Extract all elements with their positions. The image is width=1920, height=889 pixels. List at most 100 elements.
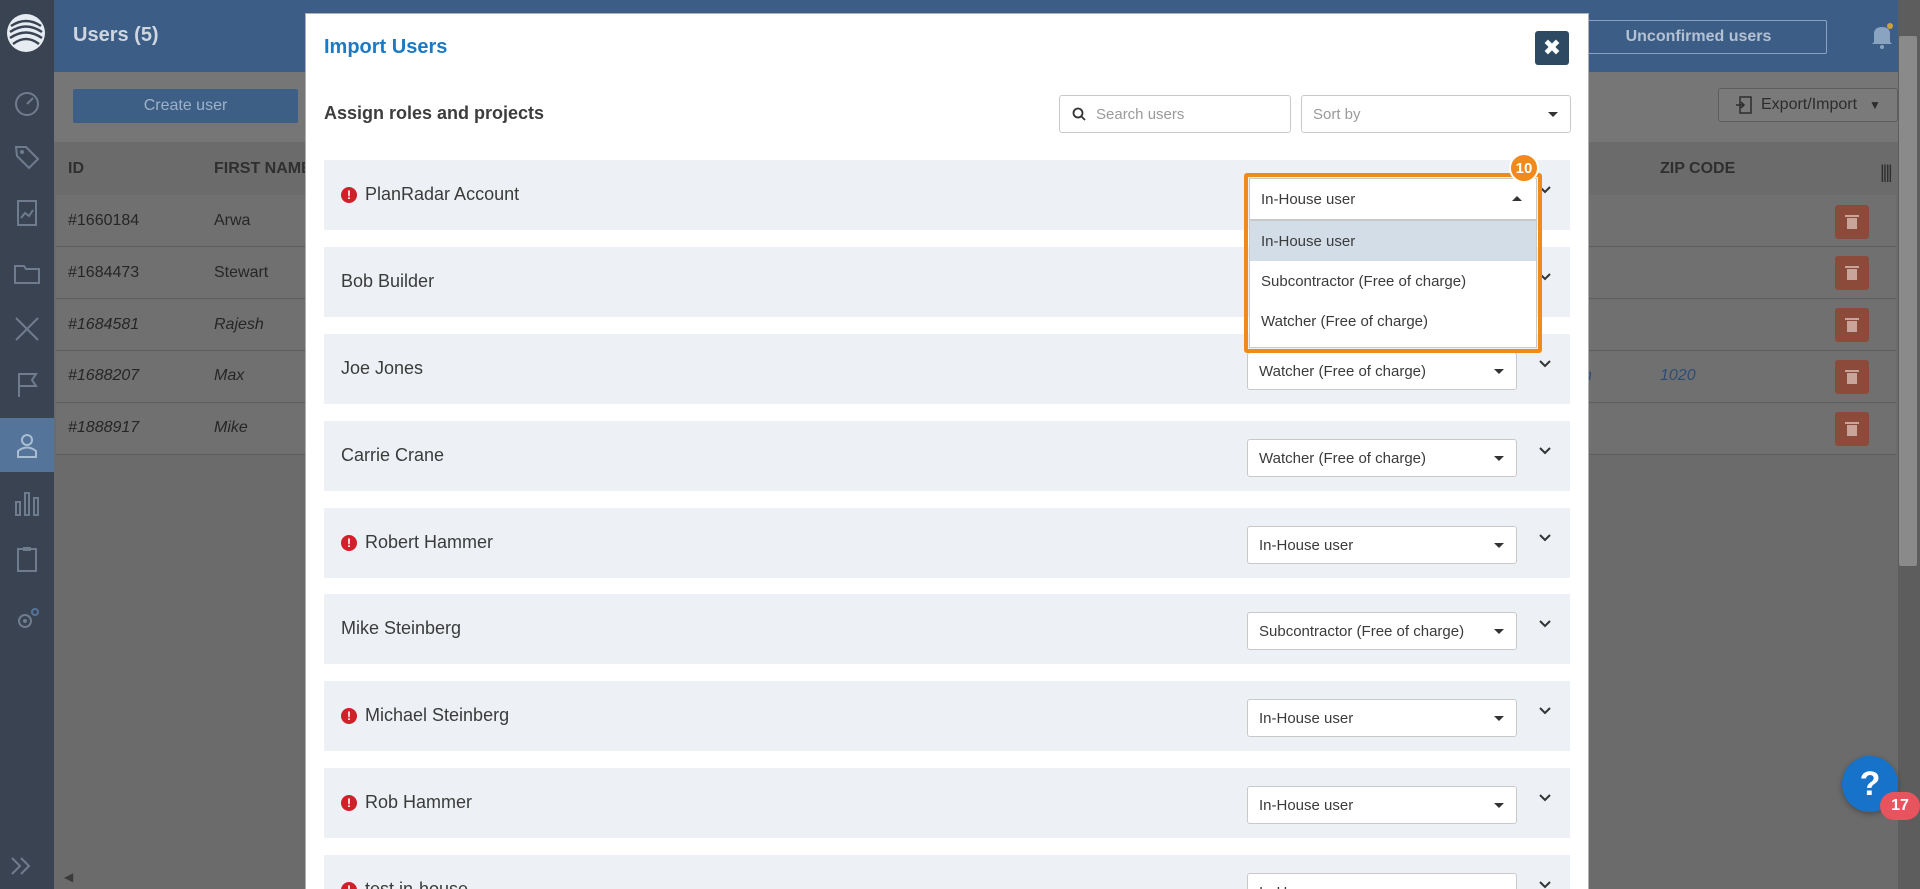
cell-first-name: Rajesh: [214, 316, 264, 333]
role-value: Watcher (Free of charge): [1259, 449, 1426, 467]
chevron-down-icon[interactable]: [1537, 356, 1553, 372]
clipboard-icon: [17, 547, 37, 572]
modal-subtitle: Assign roles and projects: [324, 103, 545, 123]
column-header-zip-code[interactable]: ZIP CODE: [1660, 160, 1735, 178]
sidebar-item-settings[interactable]: [0, 592, 54, 646]
user-name: Michael Steinberg: [365, 705, 510, 725]
user-row[interactable]: ! Robert Hammer In-House user: [324, 508, 1570, 578]
columns-config-icon[interactable]: ||||: [1880, 162, 1893, 183]
chevron-down-icon[interactable]: [1537, 530, 1553, 546]
cell-zip[interactable]: 1020: [1660, 367, 1696, 385]
cell-first-name: Max: [214, 367, 245, 384]
sidebar-item-projects[interactable]: [0, 246, 54, 300]
search-icon: [1072, 107, 1086, 121]
chevron-down-icon[interactable]: [1537, 616, 1553, 632]
bar-chart-icon: [15, 492, 39, 516]
search-input[interactable]: [1096, 105, 1276, 123]
folder-icon: [14, 265, 40, 284]
chevron-down-icon[interactable]: [1537, 703, 1553, 719]
create-user-button[interactable]: Create user: [73, 89, 298, 123]
search-users-field[interactable]: [1059, 95, 1291, 133]
role-select[interactable]: In-House user: [1247, 699, 1517, 737]
role-select[interactable]: In-House user: [1247, 873, 1517, 889]
user-row[interactable]: Carrie Crane Watcher (Free of charge): [324, 421, 1570, 491]
modal-title: Import Users: [324, 36, 448, 58]
caret-down-icon: [1494, 716, 1504, 721]
cell-id: #1684581: [68, 316, 140, 333]
question-mark-icon: ?: [1859, 764, 1881, 803]
role-value: Watcher (Free of charge): [1259, 362, 1426, 380]
role-select[interactable]: Subcontractor (Free of charge): [1247, 612, 1517, 650]
caret-up-icon: [1512, 196, 1522, 201]
help-notification-badge: 17: [1880, 792, 1920, 820]
role-options-list: In-House user Subcontractor (Free of cha…: [1249, 220, 1537, 348]
cell-id: #1660184: [68, 212, 140, 229]
role-value: In-House user: [1259, 709, 1354, 727]
flag-icon: [18, 373, 38, 397]
caret-down-icon: [1494, 803, 1504, 808]
cell-id: #1888917: [68, 419, 140, 436]
sidebar-item-forms[interactable]: [0, 532, 54, 586]
sort-by-select[interactable]: Sort by: [1301, 95, 1571, 133]
role-select[interactable]: In-House user: [1247, 786, 1517, 824]
user-name: Robert Hammer: [365, 532, 494, 552]
user-name: test in-house: [365, 879, 469, 889]
export-import-label: Export/Import: [1761, 96, 1858, 113]
chevron-down-icon[interactable]: [1537, 877, 1553, 889]
column-header-first-name[interactable]: FIRST NAME: [214, 160, 312, 178]
delete-user-button[interactable]: [1835, 205, 1869, 239]
chevron-down-icon[interactable]: [1537, 443, 1553, 459]
cell-id: #1684473: [68, 264, 140, 281]
expand-sidebar-icon[interactable]: [8, 852, 36, 880]
cell-first-name: Arwa: [214, 212, 251, 229]
unconfirmed-users-button[interactable]: Unconfirmed users: [1570, 20, 1827, 54]
delete-user-button[interactable]: [1835, 256, 1869, 290]
gauge-icon: [15, 92, 39, 116]
role-option-watcher[interactable]: Watcher (Free of charge): [1250, 301, 1536, 341]
export-import-button[interactable]: Export/Import ▼: [1718, 88, 1898, 122]
sidebar-item-reports[interactable]: [0, 186, 54, 240]
sidebar: [0, 0, 54, 889]
role-select[interactable]: Watcher (Free of charge): [1247, 352, 1517, 390]
gear-icon: [18, 608, 39, 628]
delete-user-button[interactable]: [1835, 412, 1869, 446]
user-icon: [17, 434, 37, 458]
role-option-subcontractor[interactable]: Subcontractor (Free of charge): [1250, 261, 1536, 301]
role-select[interactable]: Watcher (Free of charge): [1247, 439, 1517, 477]
sidebar-item-users[interactable]: [0, 418, 54, 472]
close-button[interactable]: ✖: [1535, 31, 1569, 65]
cell-first-name: Stewart: [214, 264, 269, 281]
ruler-pencil-icon: [15, 317, 39, 341]
chevron-down-icon[interactable]: [1537, 790, 1553, 806]
caret-down-icon: [1494, 456, 1504, 461]
planradar-logo-icon[interactable]: [5, 12, 47, 54]
delete-user-button[interactable]: [1835, 360, 1869, 394]
sidebar-item-dashboard[interactable]: [0, 76, 54, 130]
chevron-down-icon: ▼: [1869, 98, 1881, 112]
sidebar-item-milestones[interactable]: [0, 358, 54, 412]
scrollbar-thumb[interactable]: [1899, 36, 1917, 566]
bell-icon[interactable]: [1870, 22, 1894, 50]
role-value: In-House user: [1259, 884, 1353, 889]
document-chart-icon: [17, 200, 37, 226]
user-name: Bob Builder: [341, 271, 435, 291]
delete-user-button[interactable]: [1835, 308, 1869, 342]
sidebar-item-plans[interactable]: [0, 302, 54, 356]
role-option-in-house[interactable]: In-House user: [1250, 221, 1536, 261]
role-select[interactable]: In-House user: [1247, 526, 1517, 564]
column-header-id[interactable]: ID: [68, 160, 84, 178]
user-name: PlanRadar Account: [365, 184, 520, 204]
warning-icon: !: [341, 187, 357, 203]
scroll-left-arrow-icon[interactable]: ◀: [64, 870, 73, 884]
user-row[interactable]: Mike Steinberg Subcontractor (Free of ch…: [324, 594, 1570, 664]
user-name: Joe Jones: [341, 358, 424, 378]
user-row[interactable]: ! test in-house In-House user: [324, 855, 1570, 889]
user-row[interactable]: ! Michael Steinberg In-House user: [324, 681, 1570, 751]
role-select-open[interactable]: In-House user: [1249, 178, 1537, 220]
caret-down-icon: [1494, 629, 1504, 634]
sidebar-item-tags[interactable]: [0, 130, 54, 184]
tag-icon: [14, 146, 40, 170]
user-row[interactable]: ! Rob Hammer In-House user: [324, 768, 1570, 838]
cell-id: #1688207: [68, 367, 140, 384]
sidebar-item-statistics[interactable]: [0, 476, 54, 530]
